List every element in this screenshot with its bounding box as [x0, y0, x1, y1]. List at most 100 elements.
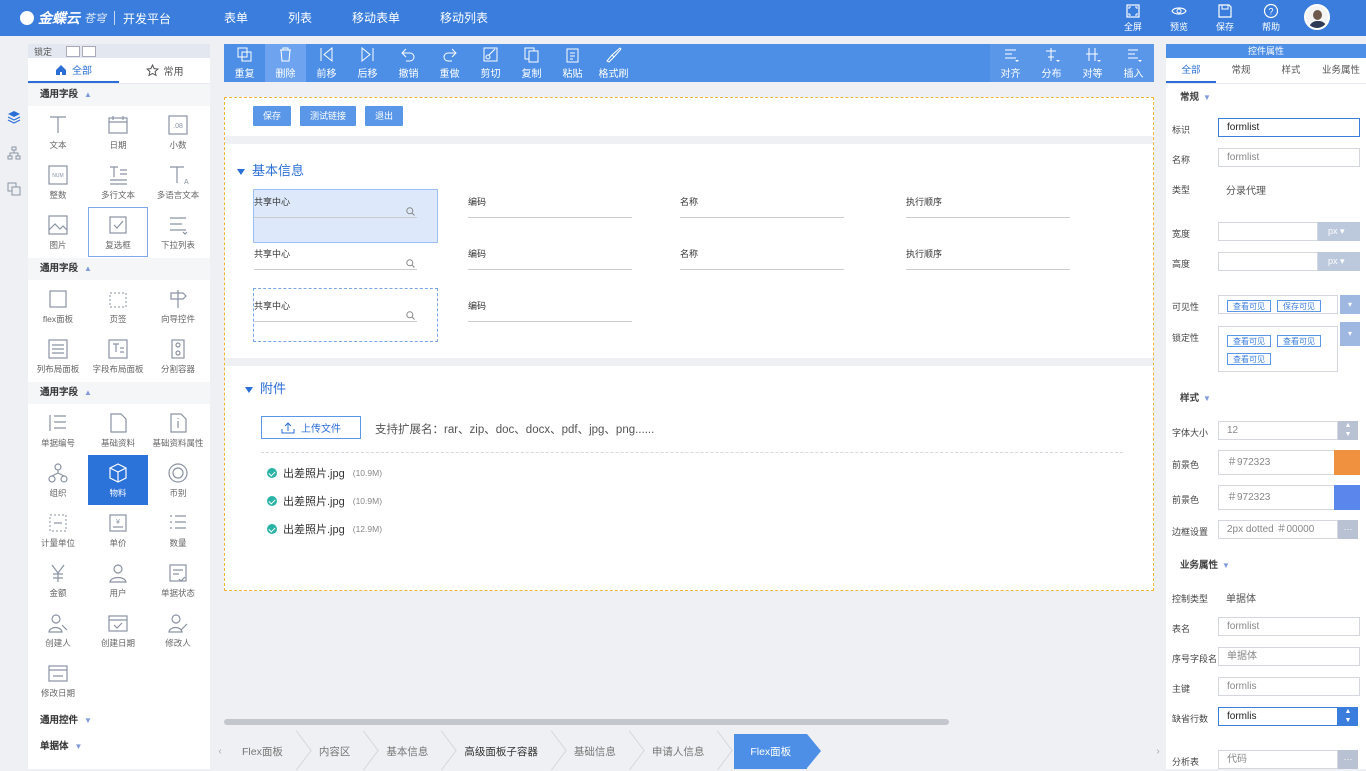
component-item[interactable]: 创建日期 [88, 605, 148, 655]
component-item[interactable]: ¥ 单价 [88, 505, 148, 555]
component-item[interactable]: 基础资料 [88, 405, 148, 455]
insert-button[interactable]: 插入 [1113, 44, 1154, 82]
component-item[interactable]: 列布局面板 [28, 331, 88, 381]
business-section-title[interactable]: 业务属性 ▼ [1180, 557, 1230, 571]
delete-button[interactable]: 删除 [265, 44, 306, 82]
file-item[interactable]: 出差照片.jpg (12.9M) [267, 521, 382, 537]
file-item[interactable]: 出差照片.jpg (10.9M) [267, 493, 382, 509]
breadcrumb-item[interactable]: 基础信息 [558, 734, 636, 769]
upload-button[interactable]: 上传文件 [261, 416, 361, 439]
component-item[interactable]: 用户 [88, 555, 148, 605]
design-canvas[interactable]: 保存 测试链接 退出 基本信息 共享中心 编码 名称 执行顺序 共享中心 编码 名称 执行顺序… [224, 97, 1154, 591]
equalize-button[interactable]: 对等 [1072, 44, 1113, 82]
canvas-exit-button[interactable]: 退出 [365, 106, 404, 126]
component-item[interactable]: 字段布局面板 [88, 331, 148, 381]
component-section-header[interactable]: 通用字段 ▲ [28, 258, 210, 280]
component-item[interactable]: 复选框 [88, 207, 148, 257]
undo-button[interactable]: 撤销 [388, 44, 429, 82]
component-item[interactable]: NUM 整数 [28, 157, 88, 207]
component-item[interactable]: 单据状态 [148, 555, 208, 605]
tab-common[interactable]: 常用 [119, 58, 210, 83]
form-field[interactable]: 名称 [680, 195, 844, 218]
seq-field-input[interactable]: 单据体 [1218, 647, 1360, 666]
pk-input[interactable]: formlis [1218, 677, 1360, 696]
paste-button[interactable]: 粘贴 [552, 44, 593, 82]
unlock-icon[interactable] [66, 45, 81, 57]
move-forward-button[interactable]: 前移 [306, 44, 347, 82]
component-item[interactable]: 图片 [28, 207, 88, 257]
height-unit-select[interactable]: px ▾ [1318, 252, 1360, 271]
format-painter-button[interactable]: 格式刷 [593, 44, 634, 82]
fullscreen-button[interactable]: 全屏 [1110, 0, 1156, 36]
visibility-dropdown[interactable]: ▾ [1340, 295, 1360, 314]
save-button[interactable]: 保存 [1202, 0, 1248, 36]
fg-color-swatch[interactable] [1334, 450, 1360, 475]
component-item[interactable]: 计量单位 [28, 505, 88, 555]
align-button[interactable]: 对齐 [990, 44, 1031, 82]
font-size-spinner[interactable]: ▲ ▼ [1338, 421, 1358, 440]
visibility-tags[interactable]: 查看可见 保存可见 [1218, 295, 1338, 314]
tag-save-visible[interactable]: 保存可见 [1277, 300, 1321, 312]
table-input[interactable]: formlist [1218, 617, 1360, 636]
id-input[interactable]: formlist [1218, 118, 1360, 137]
component-item[interactable]: 向导控件 [148, 281, 208, 331]
form-field[interactable]: 执行顺序 [906, 247, 1070, 270]
help-button[interactable]: ? 帮助 [1248, 0, 1294, 36]
component-item[interactable]: 基础资料属性 [148, 405, 208, 455]
component-section-header[interactable]: 通用字段 ▲ [28, 382, 210, 404]
fg-color-input[interactable]: ＃972323 [1218, 450, 1338, 475]
nav-mobile-form[interactable]: 移动表单 [352, 0, 400, 36]
style-section-title[interactable]: 样式 ▼ [1180, 390, 1211, 404]
distribute-button[interactable]: 分布 [1031, 44, 1072, 82]
breadcrumb-next-icon[interactable]: › [1152, 746, 1164, 757]
redo-button[interactable]: 重做 [429, 44, 470, 82]
layers-icon[interactable] [7, 110, 21, 124]
component-item[interactable]: 分割容器 [148, 331, 208, 381]
general-section-title[interactable]: 常规 ▼ [1180, 89, 1211, 103]
analysis-more-button[interactable]: ··· [1338, 750, 1358, 769]
form-field[interactable]: 编码 [468, 195, 632, 218]
horizontal-scrollbar[interactable] [224, 719, 949, 725]
breadcrumb-item[interactable]: Flex面板 [226, 734, 303, 769]
analysis-input[interactable]: 代码 [1218, 750, 1338, 769]
component-item[interactable]: 金额 [28, 555, 88, 605]
copy-icon[interactable] [7, 182, 21, 196]
tree-icon[interactable] [7, 146, 21, 160]
prop-tab-business[interactable]: 业务属性 [1316, 58, 1366, 83]
component-item[interactable]: 文本 [28, 107, 88, 157]
section-attachment-title[interactable]: 附件 [245, 378, 286, 397]
canvas-test-link-button[interactable]: 测试链接 [300, 106, 357, 126]
tab-all[interactable]: 全部 [28, 58, 119, 83]
component-item[interactable]: flex面板 [28, 281, 88, 331]
component-section-header[interactable]: 单据体 ▼ [28, 736, 210, 758]
font-size-input[interactable]: 12 [1218, 421, 1338, 440]
bg-color-input[interactable]: ＃972323 [1218, 485, 1338, 510]
copy-button[interactable]: 复制 [511, 44, 552, 82]
default-rows-spinner[interactable]: ▲ ▼ [1338, 707, 1358, 726]
preview-button[interactable]: 预览 [1156, 0, 1202, 36]
breadcrumb-item[interactable]: Flex面板 [734, 734, 822, 769]
prop-tab-style[interactable]: 样式 [1266, 58, 1316, 83]
component-item[interactable]: 数量 [148, 505, 208, 555]
breadcrumb-item[interactable]: 基本信息 [370, 734, 448, 769]
component-item[interactable]: 组织 [28, 455, 88, 505]
section-basic-info-title[interactable]: 基本信息 [237, 160, 304, 179]
border-more-button[interactable]: ··· [1338, 520, 1358, 539]
component-item[interactable]: 物料 [88, 455, 148, 505]
component-item[interactable]: 币别 [148, 455, 208, 505]
default-rows-input[interactable]: formlis [1218, 707, 1338, 726]
form-field[interactable]: 执行顺序 [906, 195, 1070, 218]
cut-button[interactable]: 剪切 [470, 44, 511, 82]
lock-tags[interactable]: 查看可见 查看可见 查看可见 [1218, 326, 1338, 372]
tag-view-visible[interactable]: 查看可见 [1227, 300, 1271, 312]
width-unit-select[interactable]: px ▾ [1318, 222, 1360, 241]
form-field[interactable]: 名称 [680, 247, 844, 270]
form-field[interactable]: 共享中心 [254, 299, 417, 322]
lock-dropdown[interactable]: ▾ [1340, 322, 1360, 346]
component-item[interactable]: 单据编号 [28, 405, 88, 455]
form-field[interactable]: 编码 [468, 299, 632, 322]
name-input[interactable]: formlist [1218, 148, 1360, 167]
component-item[interactable]: 创建人 [28, 605, 88, 655]
component-item[interactable]: 页签 [88, 281, 148, 331]
breadcrumb-item[interactable]: 内容区 [303, 734, 371, 769]
